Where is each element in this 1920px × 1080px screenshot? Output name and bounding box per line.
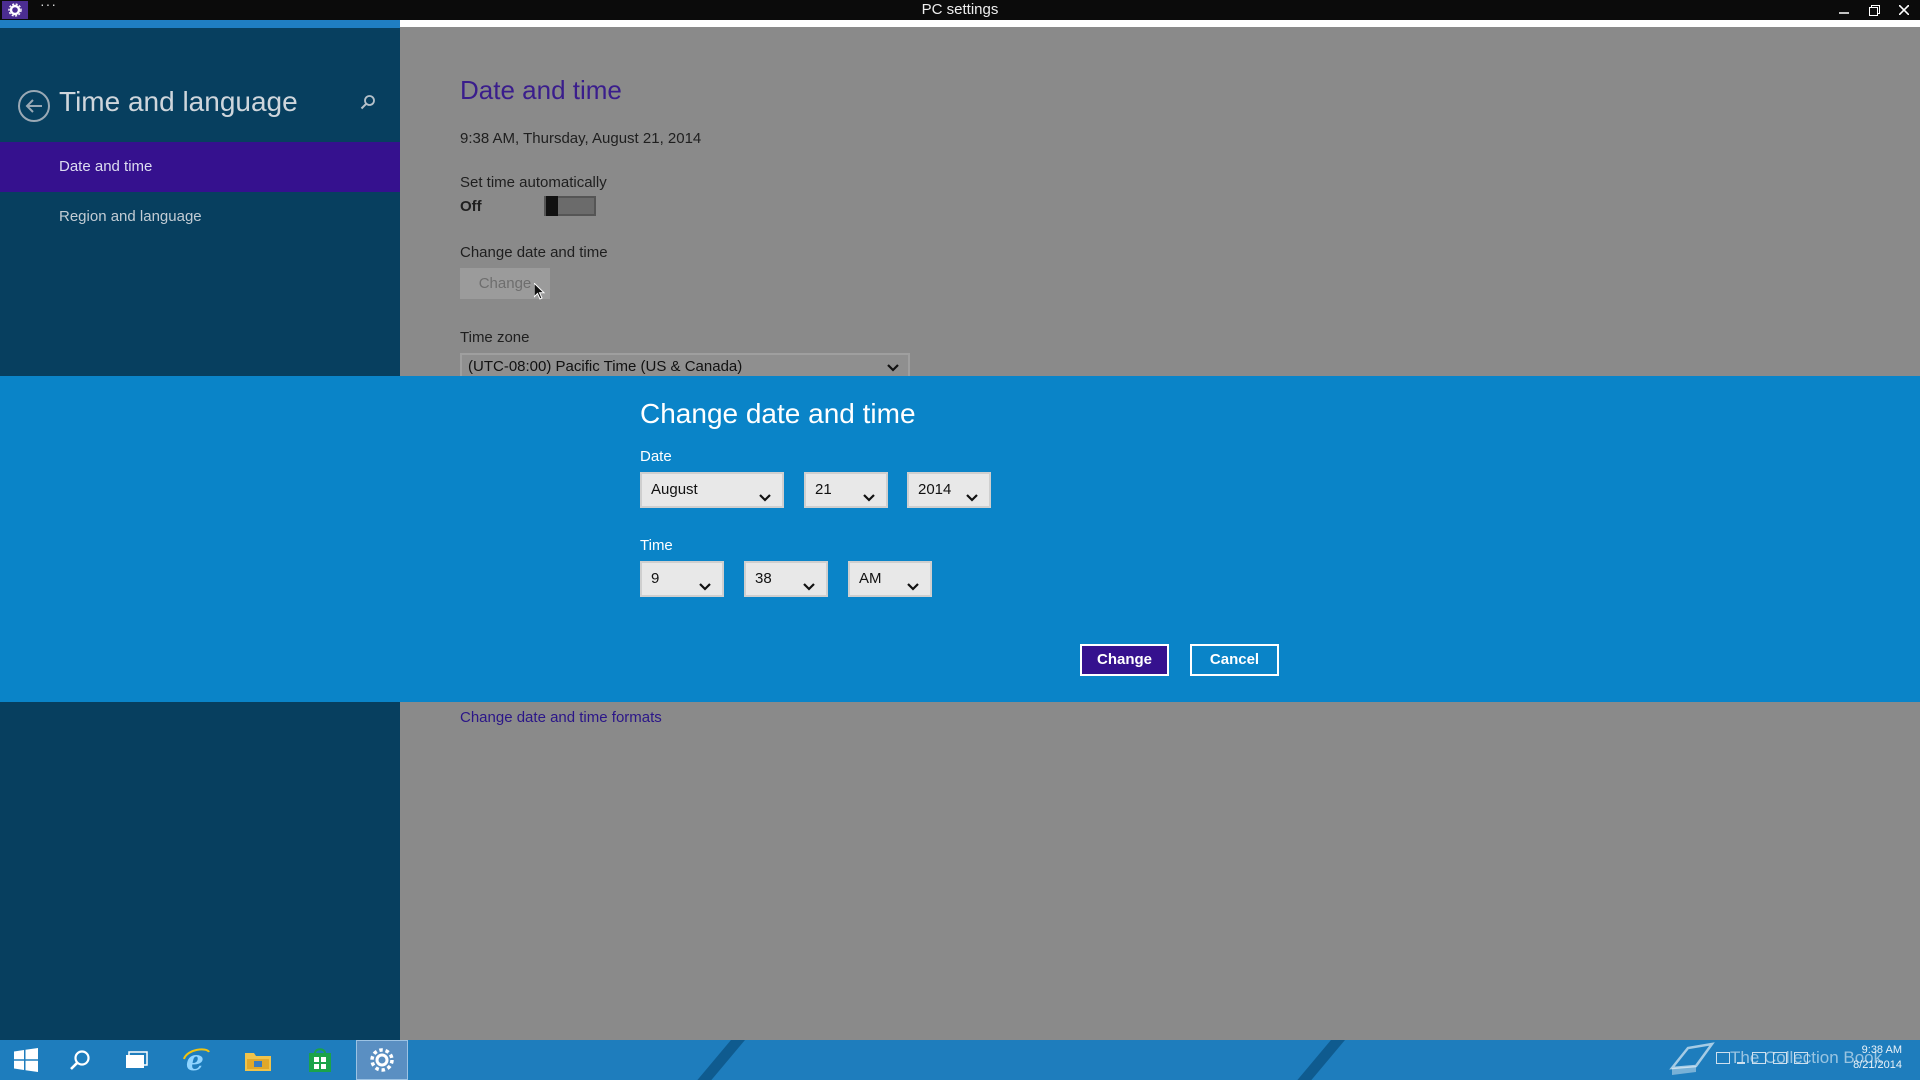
minute-dropdown[interactable]: 38 [744, 561, 828, 597]
hour-value: 9 [651, 570, 660, 587]
toggle-state-label: Off [460, 198, 482, 215]
change-date-time-label: Change date and time [460, 244, 608, 261]
ampm-dropdown[interactable]: AM [848, 561, 932, 597]
task-view-button[interactable] [110, 1040, 162, 1080]
back-arrow-icon[interactable] [18, 90, 50, 122]
accent-strip [0, 20, 400, 28]
chevron-down-icon [886, 357, 900, 377]
taskbar: e The Collection Book 9:38 AM 8/21/2014 [0, 1040, 1920, 1080]
task-view-icon [126, 1051, 148, 1068]
clock-time: 9:38 AM [1861, 1044, 1902, 1056]
clock-date: 8/21/2014 [1853, 1059, 1902, 1071]
chevron-down-icon [698, 572, 712, 604]
chevron-down-icon [862, 483, 876, 515]
taskbar-clock[interactable]: 9:38 AM 8/21/2014 [1842, 1043, 1902, 1073]
sidebar-header: Time and language [0, 78, 400, 138]
month-value: August [651, 481, 698, 498]
toggle-knob [546, 196, 558, 216]
search-icon[interactable] [360, 94, 376, 115]
minimize-button[interactable] [1830, 0, 1858, 20]
day-value: 21 [815, 481, 832, 498]
page-title: Date and time [460, 75, 622, 105]
mouse-cursor-icon [533, 281, 546, 306]
set-time-auto-toggle[interactable] [544, 196, 596, 216]
set-time-auto-label: Set time automatically [460, 174, 607, 191]
tray-volume-icon[interactable] [1794, 1052, 1808, 1064]
tray-network-icon[interactable] [1773, 1052, 1787, 1064]
year-dropdown[interactable]: 2014 [907, 472, 991, 508]
tray-arrow-icon[interactable] [1737, 1052, 1745, 1064]
search-icon [70, 1050, 90, 1070]
windows-logo-icon [14, 1048, 38, 1072]
change-formats-link[interactable]: Change date and time formats [460, 709, 662, 726]
taskbar-decoration [680, 1040, 754, 1080]
window-titlebar: ··· PC settings [0, 0, 1920, 20]
dialog-title: Change date and time [640, 398, 916, 429]
month-dropdown[interactable]: August [640, 472, 784, 508]
store-bag-icon [309, 1048, 331, 1072]
minute-value: 38 [755, 570, 772, 587]
file-explorer-button[interactable] [232, 1040, 284, 1080]
progress-strip [400, 20, 1920, 27]
chevron-down-icon [802, 572, 816, 604]
sidebar-item-region-and-language[interactable]: Region and language [0, 192, 400, 242]
sidebar-item-date-and-time[interactable]: Date and time [0, 142, 400, 192]
chevron-down-icon [965, 483, 979, 515]
internet-explorer-button[interactable]: e [170, 1040, 222, 1080]
change-button[interactable]: Change [1080, 644, 1169, 676]
store-button[interactable] [294, 1040, 346, 1080]
taskbar-decoration [1280, 1040, 1354, 1080]
folder-icon [245, 1053, 271, 1071]
window-title: PC settings [921, 1, 999, 18]
hour-dropdown[interactable]: 9 [640, 561, 724, 597]
tray-message-icon[interactable] [1716, 1052, 1730, 1064]
tray-flag-icon[interactable] [1752, 1052, 1766, 1064]
book-watermark-icon [1668, 1042, 1716, 1080]
internet-explorer-icon: e [183, 1045, 210, 1075]
system-tray [1716, 1052, 1808, 1064]
chevron-down-icon [906, 572, 920, 604]
timezone-select[interactable]: (UTC-08:00) Pacific Time (US & Canada) [460, 353, 910, 377]
pc-settings-taskbar-button[interactable] [356, 1040, 408, 1080]
close-button[interactable] [1890, 0, 1918, 20]
current-datetime: 9:38 AM, Thursday, August 21, 2014 [460, 130, 702, 147]
year-value: 2014 [918, 481, 952, 498]
chevron-down-icon [758, 483, 772, 515]
day-dropdown[interactable]: 21 [804, 472, 888, 508]
sidebar-title: Time and language [59, 86, 298, 117]
time-label: Time [640, 537, 673, 554]
timezone-value: (UTC-08:00) Pacific Time (US & Canada) [468, 358, 743, 375]
restore-button[interactable] [1860, 0, 1888, 20]
start-button[interactable] [0, 1040, 52, 1080]
timezone-label: Time zone [460, 329, 530, 346]
date-label: Date [640, 448, 672, 465]
change-date-time-dialog: Change date and time Date August 21 2014… [0, 376, 1920, 702]
ampm-value: AM [859, 570, 882, 587]
gear-icon [370, 1048, 394, 1072]
taskbar-search-button[interactable] [54, 1040, 106, 1080]
cancel-button[interactable]: Cancel [1190, 644, 1279, 676]
